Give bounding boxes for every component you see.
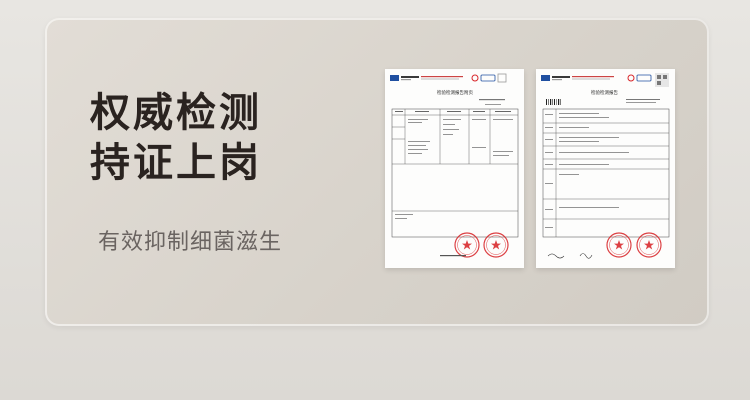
headline-line-1: 权威检测 — [90, 90, 262, 136]
test-report-appendix-image: 检验检测报告附页 — [385, 69, 524, 268]
headline-line-2: 持证上岗 — [90, 140, 262, 186]
document-title: 检验检测报告附页 — [437, 89, 473, 96]
headline: 权威检测 持证上岗 — [90, 88, 262, 188]
subline: 有效抑制细菌滋生 — [98, 230, 283, 255]
document-title: 检验检测报告 — [591, 89, 618, 96]
test-report-cover-image: 检验检测报告 — [536, 69, 675, 268]
